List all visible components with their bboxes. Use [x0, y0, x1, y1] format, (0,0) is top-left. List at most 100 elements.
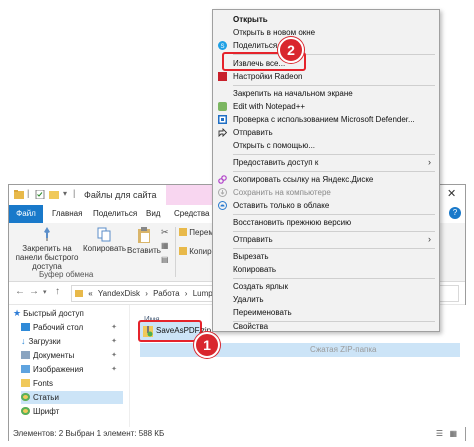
selected-file-highlight[interactable]: SaveAsPDF.zip [138, 320, 211, 342]
menu-item-restore-version[interactable]: Восстановить прежнюю версию [213, 216, 439, 229]
close-icon[interactable]: ✕ [447, 187, 456, 200]
menu-label: Отправить [233, 235, 273, 244]
menu-separator [233, 248, 435, 249]
menu-item-send-to[interactable]: Отправить › [213, 233, 439, 246]
tiles-view-icon[interactable]: ▦ [449, 427, 457, 441]
notepad-icon [218, 102, 227, 111]
save-icon [218, 188, 227, 197]
new-folder-icon[interactable] [49, 190, 59, 199]
menu-separator [233, 231, 435, 232]
folder-icon [21, 379, 30, 387]
nav-item-quick-access[interactable]: ★ Быстрый доступ [13, 307, 123, 320]
menu-label: Скопировать ссылку на Яндекс.Диске [233, 175, 374, 184]
menu-label: Настройки Radeon [233, 72, 303, 81]
tools-tab-highlight [166, 185, 216, 205]
menu-item-give-access[interactable]: Предоставить доступ к › [213, 156, 439, 169]
nav-item-downloads[interactable]: ↓ Загрузки ✦ [21, 335, 123, 348]
folder-sync-icon [21, 393, 30, 401]
nav-label: Документы [33, 351, 75, 360]
nav-item-articles[interactable]: Статьи [21, 391, 123, 404]
menu-item-properties[interactable]: Свойства [213, 322, 439, 332]
tab-share[interactable]: Поделиться [93, 209, 137, 218]
tab-view[interactable]: Вид [146, 209, 160, 218]
link-icon [218, 175, 227, 184]
breadcrumb-work[interactable]: Работа [153, 289, 179, 298]
paste-shortcut-icon[interactable]: ▤ [161, 255, 169, 264]
menu-separator [233, 171, 435, 172]
paste-label: Вставить [127, 246, 161, 255]
menu-item-copy[interactable]: Копировать [213, 263, 439, 276]
ribbon-divider [175, 227, 176, 277]
breadcrumb-yandexdisk[interactable]: YandexDisk [98, 289, 140, 298]
copy-button[interactable]: Копировать [83, 226, 127, 253]
quick-access-dropdown-icon[interactable]: ▾ [63, 189, 67, 198]
nav-item-desktop[interactable]: Рабочий стол ✦ [21, 321, 123, 334]
menu-item-radeon-settings[interactable]: Настройки Radeon [213, 70, 439, 83]
menu-item-cut[interactable]: Вырезать [213, 250, 439, 263]
nav-item-documents[interactable]: Документы ✦ [21, 349, 123, 362]
menu-label: Создать ярлык [233, 282, 289, 291]
pictures-icon [21, 365, 30, 373]
menu-label: Открыть с помощью... [233, 141, 316, 150]
menu-item-save-local[interactable]: Сохранить на компьютере [213, 186, 439, 199]
menu-item-share[interactable]: Отправить [213, 126, 439, 139]
menu-item-defender[interactable]: Проверка с использованием Microsoft Defe… [213, 113, 439, 126]
menu-label: Сохранить на компьютере [233, 188, 331, 197]
menu-item-share-skype[interactable]: S Поделиться в [213, 39, 439, 52]
nav-item-fonts[interactable]: Fonts [21, 377, 123, 390]
menu-separator [233, 154, 435, 155]
pin-icon: ✦ [111, 366, 117, 373]
nav-item-pictures[interactable]: Изображения ✦ [21, 363, 123, 376]
help-icon[interactable]: ? [449, 207, 461, 219]
menu-item-open-new-window[interactable]: Открыть в новом окне [213, 26, 439, 39]
folder-icon [14, 190, 24, 199]
menu-item-open[interactable]: Открыть [213, 13, 439, 26]
paste-icon [138, 227, 150, 243]
pin-quick-access-button[interactable]: Закрепить на панели быстрого доступа [13, 226, 81, 271]
menu-item-rename[interactable]: Переименовать [213, 306, 439, 319]
menu-item-pin-start[interactable]: Закрепить на начальном экране [213, 87, 439, 100]
menu-label: Отправить [233, 128, 273, 137]
menu-label: Переименовать [233, 308, 292, 317]
menu-label: Восстановить прежнюю версию [233, 218, 352, 227]
forward-icon[interactable]: → [29, 286, 39, 297]
nav-label: Загрузки [28, 337, 61, 346]
menu-item-open-with[interactable]: Открыть с помощью... [213, 139, 439, 152]
menu-label: Оставить только в облаке [233, 201, 330, 210]
tab-home[interactable]: Главная [52, 209, 82, 218]
nav-label: Шрифт [33, 407, 60, 416]
status-text: Элементов: 2 Выбран 1 элемент: 588 КБ [13, 429, 165, 438]
copy-label: Копировать [83, 244, 127, 253]
file-row-saveaspdf[interactable]: Сжатая ZIP-папка [140, 343, 460, 357]
paste-button[interactable]: Вставить [127, 226, 161, 255]
details-view-icon[interactable]: ☰ [436, 427, 443, 441]
separator-icon: | [27, 188, 30, 198]
recent-dropdown-icon[interactable]: ▾ [43, 288, 47, 296]
window-title: Файлы для сайта [84, 190, 157, 200]
svg-text:S: S [220, 44, 224, 50]
nav-item-font[interactable]: Шрифт [21, 405, 123, 418]
menu-separator [233, 214, 435, 215]
folder-sync-icon [21, 407, 30, 415]
back-icon[interactable]: ← [15, 286, 25, 297]
tab-file[interactable]: Файл [9, 205, 43, 223]
share-icon [218, 128, 227, 137]
copy-path-icon[interactable]: ▦ [161, 241, 169, 250]
zip-file-icon [143, 326, 153, 337]
menu-label: Поделиться в [233, 41, 284, 50]
pin-icon [44, 227, 50, 241]
menu-item-notepad[interactable]: Edit with Notepad++ [213, 100, 439, 113]
menu-item-delete[interactable]: Удалить [213, 293, 439, 306]
menu-item-copy-yandex-link[interactable]: Скопировать ссылку на Яндекс.Диске [213, 173, 439, 186]
nav-label: Изображения [33, 365, 84, 374]
menu-label: Копировать [233, 265, 277, 274]
menu-item-create-shortcut[interactable]: Создать ярлык [213, 280, 439, 293]
breadcrumb-overflow[interactable]: « [88, 289, 92, 298]
submenu-arrow-icon: › [428, 157, 431, 167]
up-icon[interactable]: ↑ [55, 286, 60, 297]
menu-item-cloud-only[interactable]: Оставить только в облаке [213, 199, 439, 212]
pin-label: Закрепить на панели быстрого доступа [15, 244, 79, 271]
cut-icon[interactable]: ✂ [161, 227, 169, 238]
properties-icon[interactable] [35, 190, 45, 199]
radeon-icon [218, 72, 227, 81]
